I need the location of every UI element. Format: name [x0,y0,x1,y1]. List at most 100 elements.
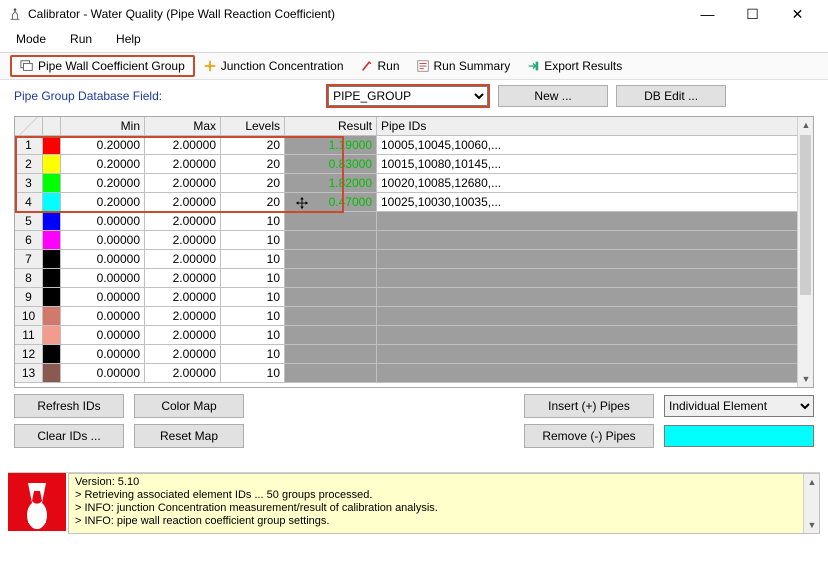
row-color-cell[interactable] [43,345,61,364]
table-row[interactable]: 40.200002.00000200.4700010025,10030,1003… [15,193,813,212]
table-row[interactable]: 100.000002.0000010 [15,307,813,326]
row-color-cell[interactable] [43,307,61,326]
row-max[interactable]: 2.00000 [145,212,221,231]
tab-pipe-wall-coef-group[interactable]: Pipe Wall Coefficient Group [10,55,195,77]
table-row[interactable]: 50.000002.0000010 [15,212,813,231]
table-row[interactable]: 110.000002.0000010 [15,326,813,345]
row-pipe-ids[interactable] [377,364,813,383]
row-pipe-ids[interactable]: 10005,10045,10060,... [377,136,813,155]
row-min[interactable]: 0.00000 [61,269,145,288]
row-levels[interactable]: 10 [221,231,285,250]
row-max[interactable]: 2.00000 [145,174,221,193]
dbedit-button[interactable]: DB Edit ... [616,85,726,107]
row-levels[interactable]: 10 [221,326,285,345]
row-max[interactable]: 2.00000 [145,364,221,383]
row-levels[interactable]: 10 [221,212,285,231]
row-pipe-ids[interactable] [377,231,813,250]
row-color-cell[interactable] [43,288,61,307]
clear-ids-button[interactable]: Clear IDs ... [14,424,124,448]
row-levels[interactable]: 10 [221,345,285,364]
row-min[interactable]: 0.20000 [61,193,145,212]
row-min[interactable]: 0.00000 [61,326,145,345]
header-pipe-ids[interactable]: Pipe IDs [377,117,813,136]
row-pipe-ids[interactable]: 10020,10085,12680,... [377,174,813,193]
row-color-cell[interactable] [43,231,61,250]
row-min[interactable]: 0.00000 [61,250,145,269]
insert-pipes-button[interactable]: Insert (+) Pipes [524,394,654,418]
minimize-button[interactable]: — [685,0,730,28]
row-pipe-ids[interactable]: 10015,10080,10145,... [377,155,813,174]
row-levels[interactable]: 10 [221,307,285,326]
new-button[interactable]: New ... [498,85,608,107]
row-color-cell[interactable] [43,269,61,288]
row-max[interactable]: 2.00000 [145,155,221,174]
scroll-thumb[interactable] [800,135,811,295]
row-color-cell[interactable] [43,136,61,155]
row-max[interactable]: 2.00000 [145,326,221,345]
row-color-cell[interactable] [43,212,61,231]
row-max[interactable]: 2.00000 [145,136,221,155]
header-max[interactable]: Max [145,117,221,136]
row-min[interactable]: 0.00000 [61,231,145,250]
table-row[interactable]: 80.000002.0000010 [15,269,813,288]
row-max[interactable]: 2.00000 [145,231,221,250]
row-min[interactable]: 0.00000 [61,364,145,383]
row-pipe-ids[interactable] [377,212,813,231]
row-min[interactable]: 0.00000 [61,288,145,307]
table-row[interactable]: 90.000002.0000010 [15,288,813,307]
reset-map-button[interactable]: Reset Map [134,424,244,448]
row-color-cell[interactable] [43,155,61,174]
scroll-down-icon[interactable]: ▼ [804,517,820,533]
row-levels[interactable]: 20 [221,174,285,193]
row-pipe-ids[interactable] [377,326,813,345]
row-min[interactable]: 0.20000 [61,155,145,174]
scroll-up-icon[interactable]: ▲ [798,117,814,133]
refresh-ids-button[interactable]: Refresh IDs [14,394,124,418]
row-min[interactable]: 0.00000 [61,212,145,231]
row-max[interactable]: 2.00000 [145,269,221,288]
row-max[interactable]: 2.00000 [145,345,221,364]
tab-junction-concentration[interactable]: Junction Concentration [195,57,352,75]
row-levels[interactable]: 10 [221,269,285,288]
row-max[interactable]: 2.00000 [145,250,221,269]
row-levels[interactable]: 10 [221,364,285,383]
element-mode-select[interactable]: Individual Element [664,395,814,417]
row-pipe-ids[interactable]: 10025,10030,10035,... [377,193,813,212]
color-map-button[interactable]: Color Map [134,394,244,418]
close-button[interactable]: ✕ [775,0,820,28]
table-scrollbar[interactable]: ▲ ▼ [797,117,813,387]
row-pipe-ids[interactable] [377,250,813,269]
row-levels[interactable]: 20 [221,155,285,174]
row-color-cell[interactable] [43,364,61,383]
row-max[interactable]: 2.00000 [145,288,221,307]
table-row[interactable]: 130.000002.0000010 [15,364,813,383]
row-pipe-ids[interactable] [377,345,813,364]
database-field-select[interactable]: PIPE_GROUP [328,86,488,106]
row-min[interactable]: 0.20000 [61,136,145,155]
row-color-cell[interactable] [43,326,61,345]
row-color-cell[interactable] [43,193,61,212]
row-min[interactable]: 0.00000 [61,307,145,326]
row-pipe-ids[interactable] [377,307,813,326]
scroll-up-icon[interactable]: ▲ [804,474,820,490]
log-scrollbar[interactable]: ▲ ▼ [803,474,819,533]
row-color-cell[interactable] [43,250,61,269]
row-levels[interactable]: 10 [221,288,285,307]
row-min[interactable]: 0.20000 [61,174,145,193]
table-row[interactable]: 70.000002.0000010 [15,250,813,269]
table-row[interactable]: 30.200002.00000201.8200010020,10085,1268… [15,174,813,193]
header-result[interactable]: Result [285,117,377,136]
row-levels[interactable]: 20 [221,136,285,155]
scroll-down-icon[interactable]: ▼ [798,371,814,387]
table-row[interactable]: 60.000002.0000010 [15,231,813,250]
tab-run[interactable]: Run [352,57,408,75]
menu-help[interactable]: Help [112,30,145,48]
maximize-button[interactable]: ☐ [730,0,775,28]
table-row[interactable]: 20.200002.00000200.8300010015,10080,1014… [15,155,813,174]
tab-run-summary[interactable]: Run Summary [408,57,519,75]
row-color-cell[interactable] [43,174,61,193]
tab-export-results[interactable]: Export Results [518,57,630,75]
menu-mode[interactable]: Mode [12,30,50,48]
row-min[interactable]: 0.00000 [61,345,145,364]
row-max[interactable]: 2.00000 [145,193,221,212]
